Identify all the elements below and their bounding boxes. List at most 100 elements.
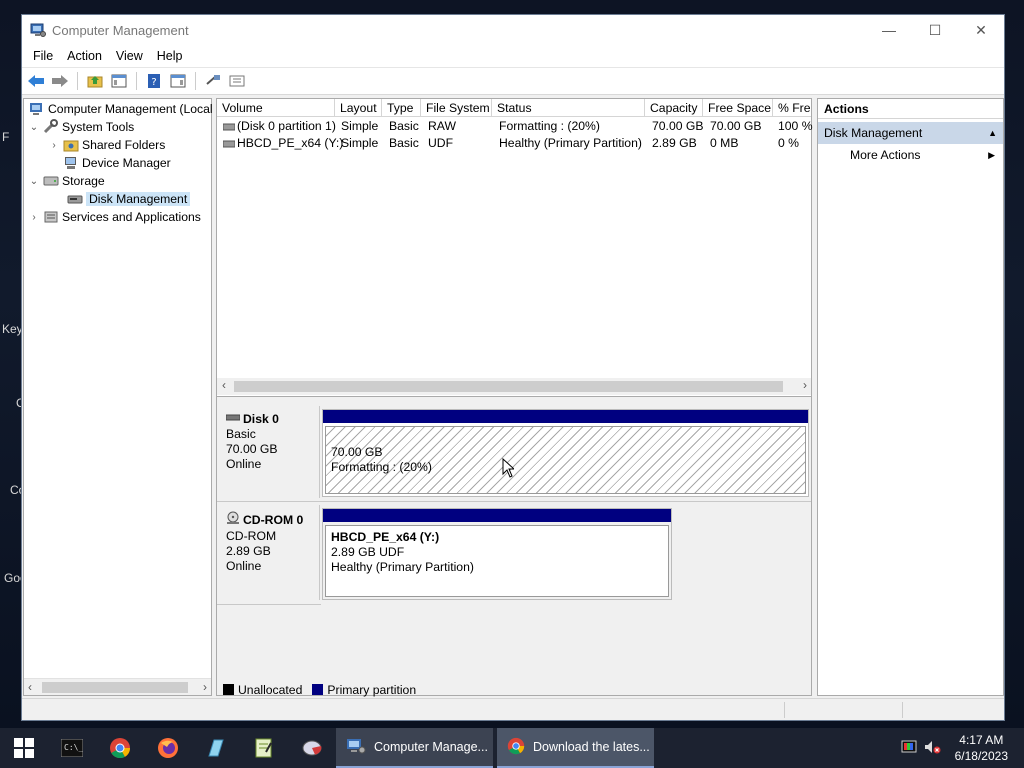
services-icon [43, 209, 59, 225]
shared-folder-icon [63, 137, 79, 153]
taskbar-task-computer-management[interactable]: Computer Manage... [336, 728, 493, 768]
tree-item-computer-management[interactable]: Computer Management (Local [26, 100, 213, 118]
forward-arrow-icon[interactable] [50, 71, 70, 91]
table-cell: 100 % [778, 119, 813, 133]
pane-splitter[interactable] [217, 396, 811, 402]
device-manager-icon [63, 155, 79, 171]
desktop-icon-label[interactable]: Key [2, 322, 23, 336]
table-cell: Simple [341, 136, 379, 150]
toolbar-divider [195, 72, 196, 90]
back-arrow-icon[interactable] [26, 71, 46, 91]
column-header-capacity[interactable]: Capacity [645, 99, 703, 117]
title-bar[interactable]: Computer Management — ☐ ✕ [22, 15, 1004, 45]
more-actions-item[interactable]: More Actions ▶ [818, 144, 1003, 166]
actions-section-label: Disk Management [824, 126, 923, 140]
minimize-button[interactable]: — [866, 15, 912, 45]
partition-tool-icon[interactable] [288, 728, 336, 768]
show-hide-action-pane-icon[interactable] [168, 71, 188, 91]
disk-size: 70.00 GB [226, 442, 278, 456]
tree-horizontal-scrollbar[interactable]: ‹ › [24, 678, 211, 695]
table-cell: RAW [428, 119, 456, 133]
scroll-left-icon[interactable]: ‹ [28, 680, 32, 694]
chevron-down-icon[interactable]: ⌄ [28, 176, 40, 187]
scroll-left-icon[interactable]: ‹ [222, 378, 226, 392]
firefox-icon[interactable] [144, 728, 192, 768]
cdrom-0-info[interactable]: CD-ROM 0 CD-ROM 2.89 GB Online [219, 505, 320, 600]
volume-muted-icon[interactable] [923, 739, 941, 758]
partition-size: 70.00 GB [331, 445, 383, 459]
system-tools-icon [43, 119, 59, 135]
disk-name: CD-ROM 0 [243, 512, 304, 527]
desktop-icon-label[interactable]: F [2, 130, 9, 144]
chrome-icon[interactable] [96, 728, 144, 768]
show-hide-tree-icon[interactable] [109, 71, 129, 91]
up-folder-icon[interactable] [85, 71, 105, 91]
help-icon[interactable]: ? [144, 71, 164, 91]
submenu-arrow-icon: ▶ [988, 149, 995, 160]
graphical-disk-view: Disk 0 Basic 70.00 GB Online 70.00 GB Fo… [217, 404, 811, 684]
tree-item-device-manager[interactable]: Device Manager [60, 154, 171, 172]
scroll-right-icon[interactable]: › [803, 378, 807, 392]
actions-section-disk-management[interactable]: Disk Management ▲ [818, 122, 1003, 144]
clock-date: 6/18/2023 [954, 749, 1008, 763]
disk-size: 2.89 GB [226, 544, 271, 558]
table-cell: Basic [389, 119, 419, 133]
menu-help[interactable]: Help [150, 49, 190, 63]
actions-pane: Actions Disk Management ▲ More Actions ▶ [817, 98, 1004, 696]
partition-status: Healthy (Primary Partition) [331, 560, 474, 574]
volume-list-horizontal-scrollbar[interactable]: ‹ › [217, 378, 811, 395]
command-prompt-icon[interactable]: C:\_ [48, 728, 96, 768]
notepad-icon[interactable] [240, 728, 288, 768]
tree-item-disk-management[interactable]: Disk Management [64, 190, 191, 208]
column-header-layout[interactable]: Layout [335, 99, 382, 117]
svg-text:?: ? [151, 77, 156, 88]
disk-state: Online [226, 457, 262, 471]
actions-header: Actions [818, 99, 1003, 119]
column-header-volume[interactable]: Volume [217, 99, 335, 117]
column-header-status[interactable]: Status [492, 99, 645, 117]
chevron-right-icon[interactable]: › [28, 212, 40, 223]
collapse-up-icon[interactable]: ▲ [988, 128, 997, 138]
scroll-thumb[interactable] [234, 381, 783, 392]
table-cell: 0 % [778, 136, 800, 150]
tree-item-storage[interactable]: ⌄ Storage [28, 172, 105, 190]
menu-file[interactable]: File [26, 49, 60, 63]
connect-icon[interactable] [203, 71, 223, 91]
chevron-down-icon[interactable]: ⌄ [28, 122, 40, 133]
primary-partition-bar [323, 410, 808, 423]
tree-item-system-tools[interactable]: ⌄ System Tools [28, 118, 134, 136]
color-display-icon[interactable] [901, 739, 917, 758]
start-button[interactable] [0, 728, 48, 768]
close-button[interactable]: ✕ [958, 15, 1004, 45]
cd-rom-icon [226, 511, 240, 529]
disk-0-partition[interactable]: 70.00 GB Formatting : (20%) [322, 409, 809, 497]
toolbar-divider [77, 72, 78, 90]
column-header-type[interactable]: Type [382, 99, 421, 117]
menu-view[interactable]: View [109, 49, 150, 63]
partition-status: Formatting : (20%) [331, 460, 432, 474]
cdrom-0-partition[interactable]: HBCD_PE_x64 (Y:) 2.89 GB UDF Healthy (Pr… [322, 508, 672, 600]
clock[interactable]: 4:17 AM 6/18/2023 [955, 732, 1008, 764]
disk-0-info[interactable]: Disk 0 Basic 70.00 GB Online [219, 406, 320, 498]
maximize-button[interactable]: ☐ [912, 15, 958, 45]
more-actions-label: More Actions [850, 148, 921, 162]
partition-size: 2.89 GB UDF [331, 545, 405, 559]
legend-primary-partition: Primary partition [327, 682, 417, 697]
partition-body[interactable]: HBCD_PE_x64 (Y:) 2.89 GB UDF Healthy (Pr… [325, 525, 669, 597]
tree-item-label: Shared Folders [82, 138, 166, 152]
taskbar-task-chrome-download[interactable]: Download the lates... [497, 728, 654, 768]
chevron-right-icon[interactable]: › [48, 140, 60, 151]
column-header-free-space[interactable]: Free Space [703, 99, 773, 117]
tree-item-shared-folders[interactable]: › Shared Folders [48, 136, 165, 154]
tree-item-services-and-applications[interactable]: › Services and Applications [28, 208, 201, 226]
file-explorer-icon[interactable] [192, 728, 240, 768]
properties-icon[interactable] [227, 71, 247, 91]
disk-management-icon [67, 191, 83, 207]
column-header-file-system[interactable]: File System [421, 99, 492, 117]
partition-body[interactable]: 70.00 GB Formatting : (20%) [325, 426, 806, 494]
menu-action[interactable]: Action [60, 49, 109, 63]
toolbar: ? [22, 67, 1004, 95]
scroll-right-icon[interactable]: › [203, 680, 207, 694]
scroll-thumb[interactable] [42, 682, 188, 693]
column-header-percent-free[interactable]: % Free [773, 99, 811, 117]
